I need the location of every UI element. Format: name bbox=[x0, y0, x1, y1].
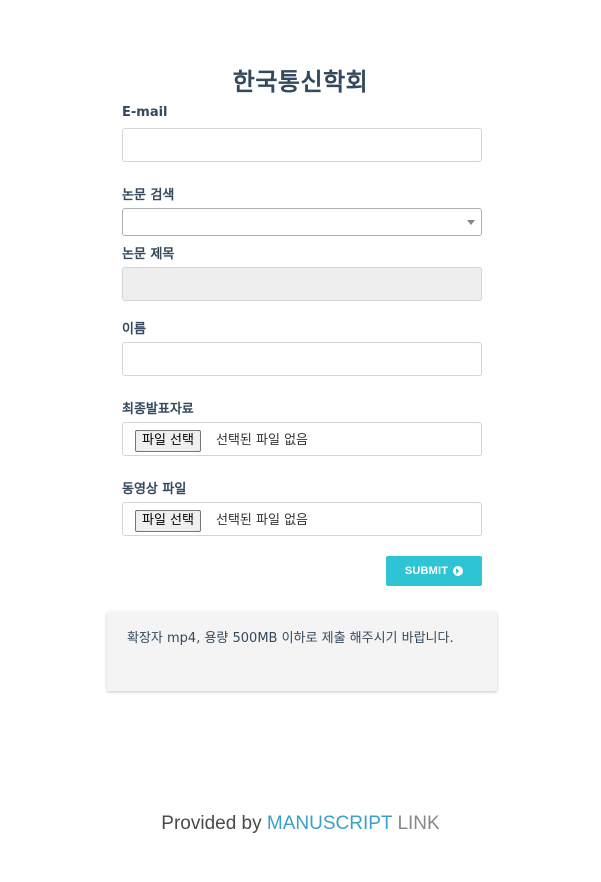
submit-button[interactable]: SUBMIT bbox=[386, 556, 482, 586]
page: 한국통신학회 E-mail 논문 검색 논문 제목 이름 최종발표자료 파일 선… bbox=[0, 0, 601, 882]
video-file-label: 동영상 파일 bbox=[122, 482, 187, 497]
notice-box: 확장자 mp4, 용량 500MB 이하로 제출 해주시기 바랍니다. bbox=[107, 612, 497, 691]
video-file-status: 선택된 파일 없음 bbox=[216, 513, 308, 528]
final-material-label: 최종발표자료 bbox=[122, 402, 194, 417]
notice-text: 확장자 mp4, 용량 500MB 이하로 제출 해주시기 바랍니다. bbox=[127, 631, 454, 646]
final-material-file-status: 선택된 파일 없음 bbox=[216, 433, 308, 448]
email-label: E-mail bbox=[122, 105, 168, 120]
paper-title-field bbox=[122, 267, 482, 301]
paper-search-label: 논문 검색 bbox=[122, 188, 175, 203]
footer-provided-by: Provided by MANUSCRIPT LINK bbox=[0, 813, 601, 835]
final-material-file-input: 파일 선택 선택된 파일 없음 bbox=[122, 422, 482, 456]
footer-prefix: Provided by bbox=[161, 813, 267, 834]
video-file-input: 파일 선택 선택된 파일 없음 bbox=[122, 502, 482, 536]
footer-brand-manuscript[interactable]: MANUSCRIPT bbox=[267, 813, 392, 834]
submit-button-label: SUBMIT bbox=[404, 565, 449, 577]
page-title: 한국통신학회 bbox=[232, 68, 369, 96]
paper-title-label: 논문 제목 bbox=[122, 247, 175, 262]
email-field[interactable] bbox=[122, 128, 482, 162]
final-material-choose-file-button[interactable]: 파일 선택 bbox=[135, 430, 201, 452]
paper-search-select[interactable] bbox=[122, 208, 482, 236]
video-file-choose-file-button[interactable]: 파일 선택 bbox=[135, 510, 201, 532]
name-label: 이름 bbox=[122, 322, 146, 337]
arrow-circle-right-icon bbox=[453, 566, 464, 576]
name-field[interactable] bbox=[122, 342, 482, 376]
chevron-down-icon bbox=[467, 220, 475, 225]
footer-brand-link[interactable]: LINK bbox=[392, 813, 439, 834]
